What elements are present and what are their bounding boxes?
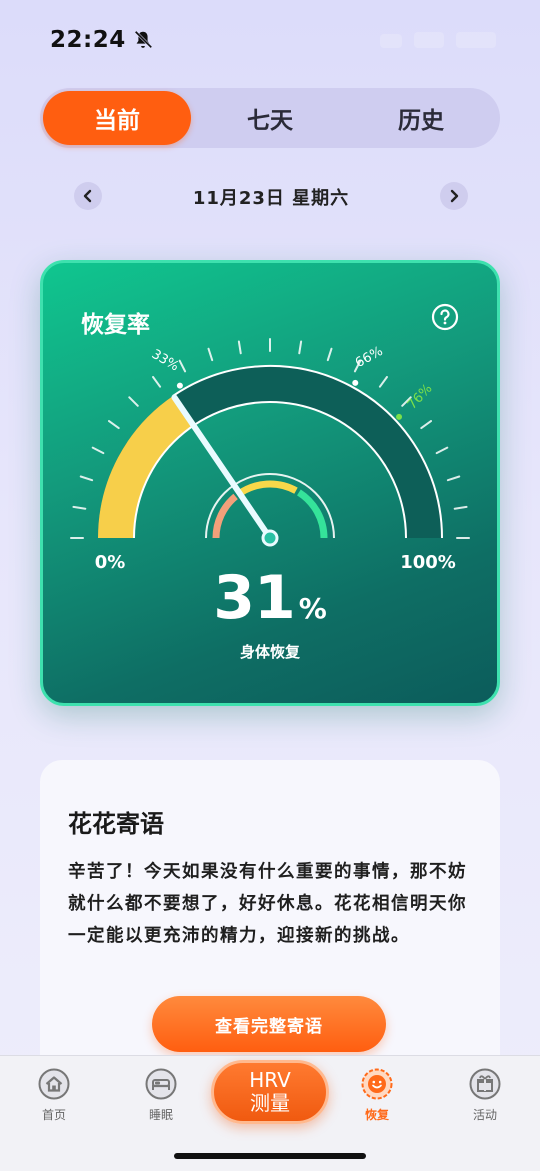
gauge-tick (446, 475, 461, 482)
gauge-marker-label: 33% (149, 347, 182, 375)
recovery-value-unit: % (298, 592, 327, 625)
tab-sleep-label: 睡眠 (148, 1108, 173, 1122)
recovery-value-number: 31 (213, 563, 295, 633)
status-bar: 22:24 (50, 22, 154, 58)
chevron-right-icon (450, 189, 459, 203)
bell-off-icon (134, 30, 152, 49)
recovery-value: 31% (43, 563, 497, 633)
recovery-gauge: 33% 66%76% 0% 100% (70, 338, 470, 573)
hrv-button-line2: 测量 (250, 1091, 290, 1115)
gauge-tick (453, 505, 468, 510)
gauge-tick (79, 475, 94, 482)
message-body: 辛苦了！今天如果没有什么重要的事情，那不妨就什么都不要想了，好好休息。花花相信明… (68, 862, 467, 946)
gauge-tick (435, 446, 449, 455)
gauge-tick (420, 420, 432, 430)
gauge-tick (326, 347, 333, 362)
gauge-tick (72, 505, 87, 510)
gauge-tick (237, 340, 242, 355)
current-date: 11月23日 星期六 (192, 188, 350, 209)
recovery-icon (361, 1068, 393, 1100)
gauge-marker-dot (396, 413, 403, 420)
home-indicator (174, 1153, 366, 1159)
tab-home[interactable]: 首页 (14, 1068, 94, 1123)
gauge-marker-label: 66% (353, 344, 386, 371)
bed-icon (145, 1068, 177, 1100)
mini-gauge-segment-mid (236, 480, 298, 498)
recovery-subtitle: 身体恢复 (239, 643, 300, 661)
gauge-marker-label: 76% (405, 381, 436, 412)
gauge-marker-dot (176, 382, 183, 389)
gauge-tick (298, 340, 303, 355)
recovery-card: 恢复率 33% 66% 76% 0% 100% 31% 身体恢复 (40, 260, 500, 706)
gauge-tick (152, 376, 162, 388)
date-navigator: 11月23日 星期六 (74, 178, 468, 218)
status-time: 22:24 (50, 27, 126, 53)
gauge-tick (128, 396, 139, 407)
gauge-tick (207, 347, 214, 362)
tab-current[interactable]: 当前 (43, 91, 191, 145)
gauge-needle-hub (261, 529, 279, 547)
tab-home-label: 首页 (41, 1108, 66, 1122)
tab-activity-label: 活动 (472, 1108, 497, 1122)
status-indicators (380, 28, 500, 52)
gauge-tick (378, 376, 388, 388)
hrv-button-line1: HRV (249, 1068, 291, 1092)
gauge-marker-dot (352, 379, 359, 386)
gift-icon (469, 1068, 501, 1100)
message-title: 花花寄语 (68, 810, 164, 838)
gauge-tick (91, 446, 105, 455)
mini-gauge-segment-low (212, 493, 238, 539)
hrv-measure-button[interactable]: HRV 测量 (211, 1060, 329, 1124)
next-day-button[interactable] (440, 182, 468, 210)
tab-sleep[interactable]: 睡眠 (121, 1068, 201, 1123)
period-segmented-control: 当前 七天 历史 (40, 88, 500, 148)
tab-recovery[interactable]: 恢复 (337, 1068, 417, 1123)
tab-activity[interactable]: 活动 (445, 1068, 525, 1123)
gauge-tick (108, 420, 120, 430)
tab-seven-days[interactable]: 七天 (196, 91, 344, 145)
view-full-message-button[interactable]: 查看完整寄语 (152, 996, 386, 1052)
home-icon (38, 1068, 70, 1100)
tab-history[interactable]: 历史 (347, 91, 495, 145)
tab-recovery-label: 恢复 (364, 1108, 389, 1122)
message-card: 花花寄语 辛苦了！今天如果没有什么重要的事情，那不妨就什么都不要想了，好好休息。… (40, 760, 500, 1100)
mini-gauge (205, 473, 335, 539)
